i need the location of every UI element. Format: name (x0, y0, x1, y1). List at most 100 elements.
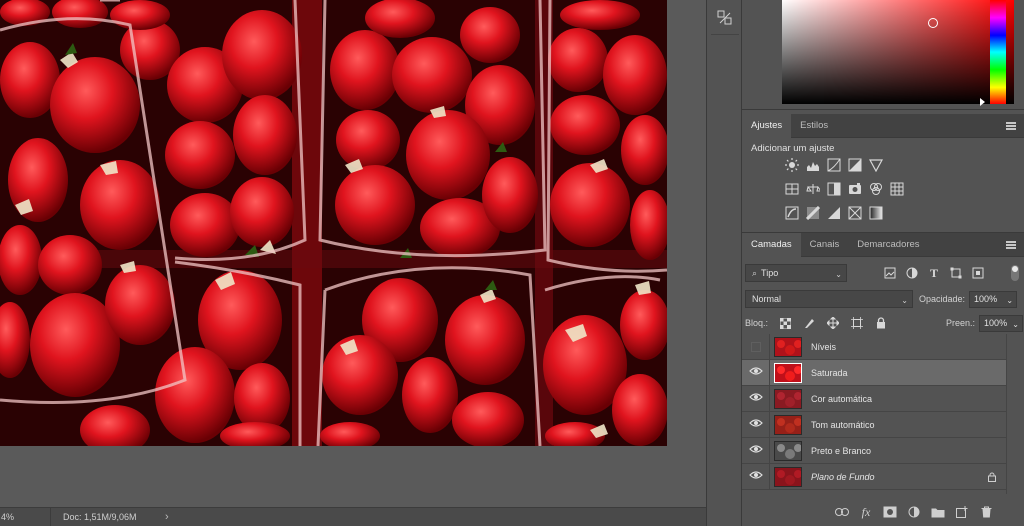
layer-thumbnail (774, 414, 802, 435)
color-field[interactable] (782, 0, 1014, 104)
shape-layer-filter-icon[interactable] (947, 265, 965, 281)
layers-list: Níveis Saturada Cor automática Tom autom… (742, 333, 1006, 490)
lock-icons (776, 315, 890, 331)
lock-label: Bloq.: (745, 318, 769, 328)
invert-icon[interactable] (784, 205, 800, 221)
hue-slider[interactable] (990, 0, 1006, 104)
photo-filter-icon[interactable] (847, 181, 863, 197)
blend-mode-select[interactable]: Normal ⌄ (745, 290, 913, 308)
canvas-area[interactable] (0, 0, 706, 507)
tab-channels[interactable]: Canais (801, 233, 849, 257)
lock-all-icon[interactable] (872, 315, 890, 331)
delete-layer-trash-icon[interactable] (978, 504, 994, 520)
lock-transparent-pixels-icon[interactable] (776, 315, 794, 331)
visibility-toggle[interactable] (742, 411, 770, 438)
layer-thumbnail (774, 362, 802, 383)
lock-fill-row: Bloq.: Preen.: 100% ⌄ (745, 313, 1023, 333)
visibility-toggle[interactable] (742, 437, 770, 464)
new-layer-icon[interactable] (954, 504, 970, 520)
opacity-label: Opacidade: (919, 294, 966, 304)
hue-slider-arrow[interactable] (980, 98, 985, 106)
dock-separator (711, 34, 739, 35)
brightness-contrast-icon[interactable] (784, 157, 800, 173)
lock-position-icon[interactable] (824, 315, 842, 331)
layer-row-saturada[interactable]: Saturada (742, 359, 1006, 386)
layer-name: Cor automática (811, 393, 873, 404)
adjustment-icons-row-1 (784, 157, 884, 173)
fill-label: Preen.: (946, 318, 976, 328)
levels-icon[interactable] (805, 157, 821, 173)
smart-object-filter-icon[interactable] (969, 265, 987, 281)
layers-scrollbar[interactable] (1006, 334, 1024, 494)
blend-opacity-row: Normal ⌄ Opacidade: 100% ⌄ (745, 289, 1023, 309)
fill-input[interactable]: 100% ⌄ (979, 314, 1023, 332)
pixel-layer-filter-icon[interactable] (881, 265, 899, 281)
layer-row-preto-e-branco[interactable]: Preto e Branco (742, 437, 1006, 464)
color-balance-icon[interactable] (805, 181, 821, 197)
photoshop-window: 4% Doc: 1,51M/9,06M › Ajustes Estilos Ad… (0, 0, 1024, 526)
color-picker-handle[interactable] (928, 18, 938, 28)
layer-name: Tom automático (811, 419, 875, 430)
hue-saturation-icon[interactable] (784, 181, 800, 197)
tab-adjustments[interactable]: Ajustes (742, 114, 792, 138)
doc-size-info[interactable]: Doc: 1,51M/9,06M (50, 508, 165, 526)
opacity-input[interactable]: 100% ⌄ (969, 290, 1018, 308)
layer-name: Plano de Fundo (811, 471, 875, 482)
visibility-toggle[interactable] (742, 385, 770, 412)
chevron-down-icon: ⌄ (1006, 295, 1014, 305)
lock-image-pixels-icon[interactable] (800, 315, 818, 331)
panel-menu-icon[interactable] (1006, 122, 1016, 130)
panel-dock-column (706, 0, 742, 526)
visibility-toggle[interactable] (742, 333, 770, 360)
adjustments-panel: Ajustes Estilos Adicionar um ajuste (742, 114, 1024, 232)
status-menu-arrow[interactable]: › (165, 511, 177, 523)
posterize-icon[interactable] (805, 205, 821, 221)
new-group-folder-icon[interactable] (930, 504, 946, 520)
chevron-down-icon: ⌄ (835, 270, 842, 279)
channel-mixer-icon[interactable] (868, 181, 884, 197)
search-icon: ⌕ (752, 267, 758, 278)
layer-thumbnail (774, 336, 802, 357)
layers-panel: Camadas Canais Demarcadores ⌕ Tipo ⌄ T N… (742, 232, 1024, 526)
chevron-down-icon: ⌄ (901, 296, 908, 305)
gradient-map-icon[interactable] (868, 205, 884, 221)
layer-row-tom-automatico[interactable]: Tom automático (742, 411, 1006, 438)
black-white-icon[interactable] (826, 181, 842, 197)
color-panel (742, 0, 1024, 110)
new-adjustment-layer-icon[interactable] (906, 504, 922, 520)
opacity-value: 100% (974, 294, 998, 304)
layer-filter-kind-select[interactable]: ⌕ Tipo ⌄ (745, 264, 847, 282)
tab-styles[interactable]: Estilos (791, 114, 837, 138)
add-mask-icon[interactable] (882, 504, 898, 520)
document-image[interactable] (0, 0, 667, 446)
tab-paths[interactable]: Demarcadores (848, 233, 928, 257)
properties-panel-icon[interactable] (715, 8, 735, 28)
strawberries-photo (0, 0, 667, 446)
visibility-toggle[interactable] (742, 463, 770, 490)
adjustment-layer-filter-icon[interactable] (903, 265, 921, 281)
link-layers-icon[interactable] (834, 504, 850, 520)
selective-color-icon[interactable] (847, 205, 863, 221)
lock-artboard-icon[interactable] (848, 315, 866, 331)
curves-icon[interactable] (826, 157, 842, 173)
layer-filter-row: ⌕ Tipo ⌄ T (745, 263, 1023, 283)
layer-thumbnail (774, 388, 802, 409)
layer-row-niveis[interactable]: Níveis (742, 333, 1006, 360)
visibility-toggle[interactable] (742, 359, 770, 386)
threshold-icon[interactable] (826, 205, 842, 221)
zoom-level[interactable]: 4% (0, 512, 50, 522)
lock-icon (988, 472, 996, 485)
layers-panel-menu-icon[interactable] (1006, 241, 1016, 249)
type-layer-filter-icon[interactable]: T (925, 265, 943, 281)
tab-layers[interactable]: Camadas (742, 233, 801, 257)
eye-icon (748, 392, 763, 405)
filter-toggle-switch[interactable] (1011, 265, 1019, 281)
layer-row-plano-de-fundo[interactable]: Plano de Fundo (742, 463, 1006, 490)
status-bar: 4% Doc: 1,51M/9,06M › (0, 507, 706, 526)
eye-icon (748, 418, 763, 431)
color-lookup-icon[interactable] (889, 181, 905, 197)
vibrance-icon[interactable] (868, 157, 884, 173)
layer-row-cor-automatica[interactable]: Cor automática (742, 385, 1006, 412)
layer-style-fx-icon[interactable]: fx (858, 504, 874, 520)
exposure-icon[interactable] (847, 157, 863, 173)
